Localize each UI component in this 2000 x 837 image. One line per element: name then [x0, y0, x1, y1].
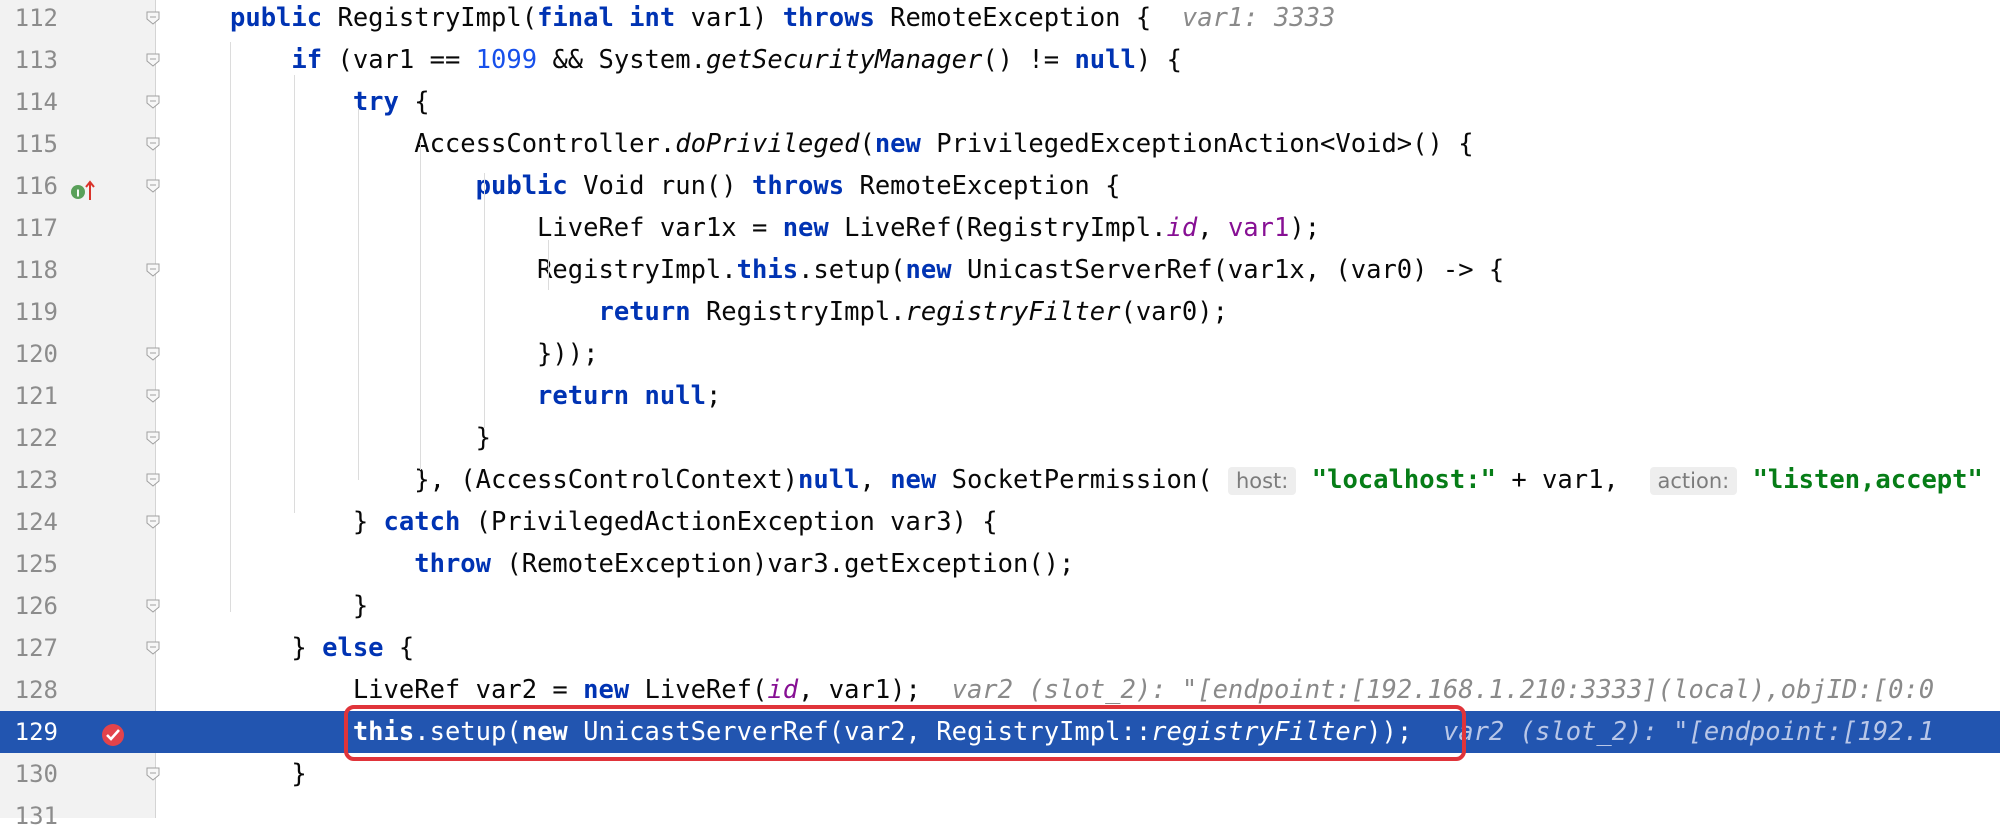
code-text[interactable]: RegistryImpl.this.setup(new UnicastServe…: [230, 249, 1504, 291]
code-text[interactable]: } catch (PrivilegedActionException var3)…: [230, 501, 998, 543]
line-number[interactable]: 115: [0, 123, 58, 165]
code-line[interactable]: 113 if (var1 == 1099 && System.getSecuri…: [0, 39, 2000, 81]
code-line[interactable]: 116 public Void run() throws RemoteExcep…: [0, 165, 2000, 207]
code-line[interactable]: 118 RegistryImpl.this.setup(new UnicastS…: [0, 249, 2000, 291]
line-number[interactable]: 113: [0, 39, 58, 81]
line-number[interactable]: 128: [0, 669, 58, 711]
fold-marker-icon[interactable]: [146, 767, 160, 781]
line-number[interactable]: 123: [0, 459, 58, 501]
fold-marker-icon[interactable]: [146, 599, 160, 613]
code-text[interactable]: }, (AccessControlContext)null, new Socke…: [230, 459, 1983, 502]
code-line[interactable]: 121 return null;: [0, 375, 2000, 417]
fold-marker-icon[interactable]: [146, 641, 160, 655]
indent-guide: [358, 108, 359, 480]
line-number[interactable]: 130: [0, 753, 58, 795]
svg-text:I: I: [76, 189, 80, 200]
fold-marker-icon[interactable]: [146, 137, 160, 151]
line-number[interactable]: 125: [0, 543, 58, 585]
line-number[interactable]: 118: [0, 249, 58, 291]
implements-method-icon[interactable]: I: [70, 178, 96, 204]
code-text[interactable]: }: [230, 753, 306, 795]
fold-marker-icon[interactable]: [146, 431, 160, 445]
watermark: 先知社区: [1680, 760, 1864, 806]
fold-marker-icon[interactable]: [146, 473, 160, 487]
line-number[interactable]: 117: [0, 207, 58, 249]
code-text[interactable]: public RegistryImpl(final int var1) thro…: [230, 0, 1335, 39]
code-text[interactable]: }));: [230, 333, 598, 375]
fold-marker-icon[interactable]: [146, 515, 160, 529]
code-line[interactable]: 114 try {: [0, 81, 2000, 123]
code-text[interactable]: } else {: [230, 627, 414, 669]
code-line[interactable]: 127 } else {: [0, 627, 2000, 669]
line-number[interactable]: 129: [0, 711, 58, 753]
code-line[interactable]: 112 public RegistryImpl(final int var1) t…: [0, 0, 2000, 39]
fold-marker-icon[interactable]: [146, 263, 160, 277]
code-line[interactable]: 123 }, (AccessControlContext)null, new S…: [0, 459, 2000, 501]
code-text[interactable]: }: [230, 417, 491, 459]
code-line[interactable]: 115 AccessController.doPrivileged(new Pr…: [0, 123, 2000, 165]
code-text[interactable]: LiveRef var1x = new LiveRef(RegistryImpl…: [230, 207, 1320, 249]
code-text[interactable]: if (var1 == 1099 && System.getSecurityMa…: [230, 39, 1182, 81]
breakpoint-icon[interactable]: [101, 723, 125, 747]
fold-marker-icon[interactable]: [146, 95, 160, 109]
code-line[interactable]: 117 LiveRef var1x = new LiveRef(Registry…: [0, 207, 2000, 249]
indent-guide: [230, 42, 231, 612]
code-line[interactable]: 126 }: [0, 585, 2000, 627]
code-text[interactable]: public Void run() throws RemoteException…: [230, 165, 1121, 207]
line-number[interactable]: 120: [0, 333, 58, 375]
code-line[interactable]: 125 throw (RemoteException)var3.getExcep…: [0, 543, 2000, 585]
line-number[interactable]: 112: [0, 0, 58, 39]
code-line[interactable]: 124 } catch (PrivilegedActionException v…: [0, 501, 2000, 543]
line-number[interactable]: 121: [0, 375, 58, 417]
line-number[interactable]: 124: [0, 501, 58, 543]
code-text[interactable]: return RegistryImpl.registryFilter(var0)…: [230, 291, 1227, 333]
highlight-box: [344, 705, 1466, 761]
fold-marker-icon[interactable]: [146, 11, 160, 25]
line-number[interactable]: 114: [0, 81, 58, 123]
fold-marker-icon[interactable]: [146, 179, 160, 193]
code-line[interactable]: 120 }));: [0, 333, 2000, 375]
indent-guide: [420, 140, 421, 470]
line-number[interactable]: 127: [0, 627, 58, 669]
fold-marker-icon[interactable]: [146, 53, 160, 67]
indent-guide: [484, 173, 485, 428]
line-number[interactable]: 122: [0, 417, 58, 459]
indent-guide: [294, 75, 295, 513]
line-number[interactable]: 116: [0, 165, 58, 207]
line-number[interactable]: 126: [0, 585, 58, 627]
fold-marker-icon[interactable]: [146, 389, 160, 403]
fold-marker-icon[interactable]: [146, 347, 160, 361]
line-number[interactable]: 119: [0, 291, 58, 333]
line-number[interactable]: 131: [0, 795, 58, 837]
code-text[interactable]: AccessController.doPrivileged(new Privil…: [230, 123, 1473, 165]
code-text[interactable]: try {: [230, 81, 430, 123]
code-line[interactable]: 119 return RegistryImpl.registryFilter(v…: [0, 291, 2000, 333]
indent-guide: [548, 240, 549, 290]
code-text[interactable]: throw (RemoteException)var3.getException…: [230, 543, 1074, 585]
code-text[interactable]: }: [230, 585, 368, 627]
code-text[interactable]: return null;: [230, 375, 721, 417]
code-line[interactable]: 122 }: [0, 417, 2000, 459]
